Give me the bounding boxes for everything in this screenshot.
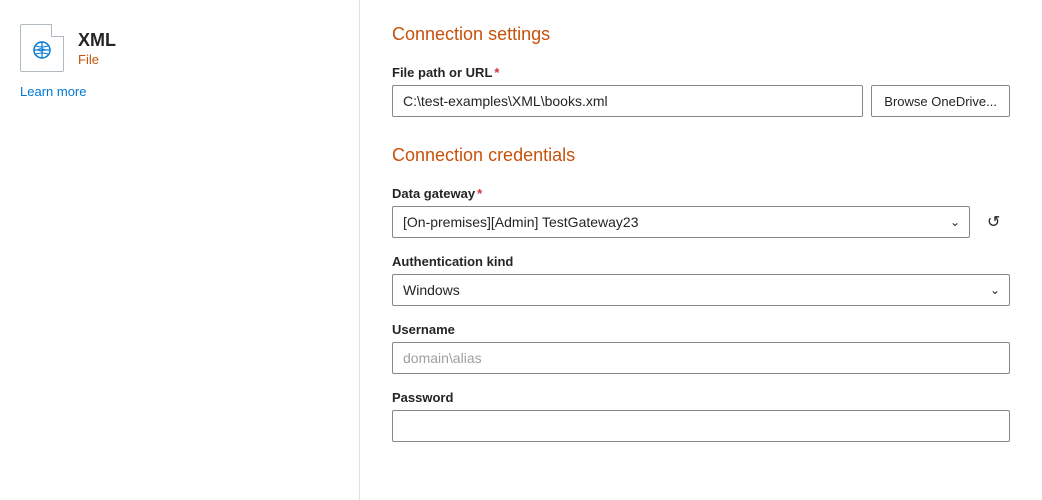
username-label: Username <box>392 322 1010 337</box>
file-path-row: Browse OneDrive... <box>392 85 1010 117</box>
svg-text:<>: <> <box>37 46 45 54</box>
connection-credentials-section: Connection credentials Data gateway* [On… <box>392 145 1010 442</box>
username-field-group: Username <box>392 322 1010 374</box>
auth-kind-field-group: Authentication kind Windows ⌄ <box>392 254 1010 306</box>
data-gateway-required: * <box>477 186 482 201</box>
sidebar-header: <> XML File <box>20 24 116 72</box>
data-gateway-select[interactable]: [On-premises][Admin] TestGateway23 <box>392 206 970 238</box>
learn-more-link[interactable]: Learn more <box>20 84 86 99</box>
browse-onedrive-button[interactable]: Browse OneDrive... <box>871 85 1010 117</box>
data-gateway-field-group: Data gateway* [On-premises][Admin] TestG… <box>392 186 1010 238</box>
main-content: Connection settings File path or URL* Br… <box>360 0 1042 500</box>
sidebar-title: XML <box>78 30 116 51</box>
file-path-label: File path or URL* <box>392 65 1010 80</box>
password-input[interactable] <box>392 410 1010 442</box>
file-path-input[interactable] <box>392 85 863 117</box>
credentials-title: Connection credentials <box>392 145 1010 166</box>
sidebar-subtitle: File <box>78 52 116 67</box>
connection-settings-section: Connection settings File path or URL* Br… <box>392 24 1010 117</box>
data-gateway-dropdown-wrapper: [On-premises][Admin] TestGateway23 ⌄ <box>392 206 970 238</box>
password-field-group: Password <box>392 390 1010 442</box>
sidebar-title-group: XML File <box>78 30 116 67</box>
data-gateway-row: [On-premises][Admin] TestGateway23 ⌄ ↻ <box>392 206 1010 238</box>
sidebar: <> XML File Learn more <box>0 0 360 500</box>
xml-file-icon: <> <box>20 24 64 72</box>
refresh-icon: ↻ <box>987 212 1000 232</box>
file-path-required: * <box>494 65 499 80</box>
file-path-field-group: File path or URL* Browse OneDrive... <box>392 65 1010 117</box>
username-input[interactable] <box>392 342 1010 374</box>
auth-kind-dropdown-wrapper: Windows ⌄ <box>392 274 1010 306</box>
data-gateway-label: Data gateway* <box>392 186 1010 201</box>
refresh-button[interactable]: ↻ <box>978 206 1010 238</box>
auth-kind-label: Authentication kind <box>392 254 1010 269</box>
connection-settings-title: Connection settings <box>392 24 1010 45</box>
password-label: Password <box>392 390 1010 405</box>
auth-kind-select[interactable]: Windows <box>392 274 1010 306</box>
